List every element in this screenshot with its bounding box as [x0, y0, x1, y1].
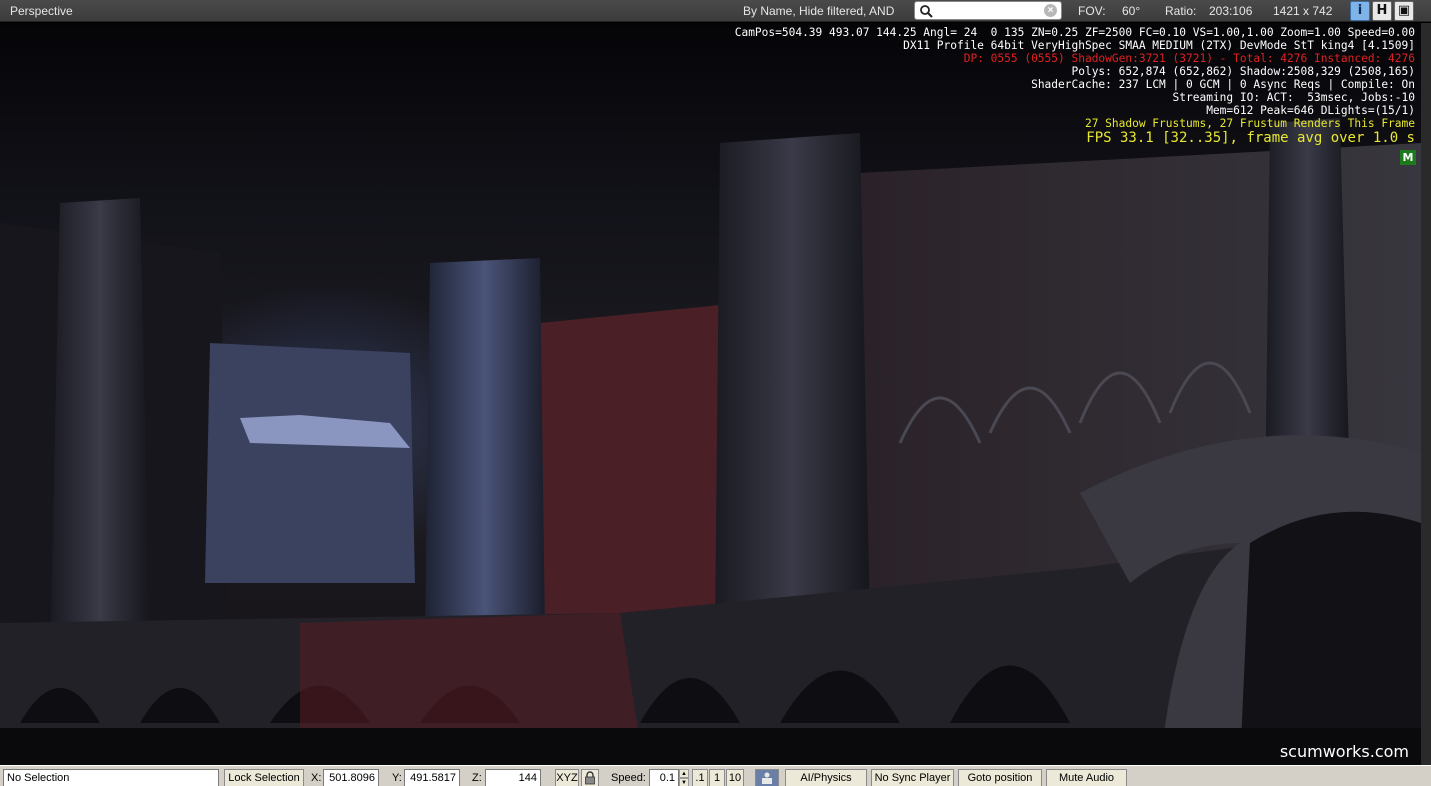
viewport-title: Perspective — [10, 4, 73, 18]
y-coord-label: Y: — [392, 772, 402, 784]
filter-mode-label[interactable]: By Name, Hide filtered, AND — [743, 4, 894, 18]
helpers-toggle-button[interactable]: H — [1372, 1, 1392, 21]
editor-statusbar: No Selection Lock Selection X: 501.8096 … — [0, 765, 1431, 786]
x-coord-label: X: — [311, 772, 322, 784]
xyz-axis-button[interactable]: XYZ — [555, 769, 579, 786]
stats-memory-line: Mem=612 Peak=646 DLights=(15/1) — [1206, 104, 1415, 117]
clear-search-icon[interactable]: × — [1044, 4, 1057, 17]
speed-preset-1-button[interactable]: 1 — [709, 769, 725, 786]
stats-drawcalls-line: DP: 0555 (0555) ShadowGen:3721 (3721) - … — [963, 52, 1415, 65]
camera-icon[interactable] — [755, 769, 779, 786]
fov-value[interactable]: 60° — [1122, 4, 1140, 18]
fps-counter: FPS 33.1 [32..35], frame avg over 1.0 s — [1086, 130, 1415, 146]
speed-preset-01-button[interactable]: .1 — [692, 769, 708, 786]
render-viewport[interactable]: CamPos=504.39 493.07 144.25 Angl= 24 0 1… — [0, 23, 1421, 765]
ratio-value[interactable]: 203:106 — [1209, 4, 1252, 18]
mute-audio-button[interactable]: Mute Audio — [1046, 769, 1127, 786]
stats-camera-line: CamPos=504.39 493.07 144.25 Angl= 24 0 1… — [734, 26, 1415, 39]
speed-label: Speed: — [611, 772, 646, 784]
speed-input[interactable]: 0.1 — [649, 769, 679, 786]
stats-streaming-line: Streaming IO: ACT: 53msec, Jobs:-10 — [1172, 91, 1415, 104]
debug-stats-overlay: CamPos=504.39 493.07 144.25 Angl= 24 0 1… — [735, 26, 1415, 147]
z-coord-input[interactable]: 144 — [485, 769, 541, 786]
goto-position-button[interactable]: Goto position — [958, 769, 1042, 786]
speed-stepper[interactable]: ▲ ▼ — [679, 769, 689, 786]
resolution-value[interactable]: 1421 x 742 — [1273, 4, 1332, 18]
viewport-scrollbar[interactable] — [1421, 23, 1431, 765]
chevron-up-icon[interactable]: ▲ — [679, 769, 689, 778]
x-coord-input[interactable]: 501.8096 — [323, 769, 379, 786]
z-coord-label: Z: — [472, 772, 482, 784]
selection-status: No Selection — [3, 769, 219, 786]
ratio-label: Ratio: — [1165, 4, 1197, 18]
viewport-toolbar: Perspective By Name, Hide filtered, AND … — [0, 0, 1431, 22]
stats-polys-line: Polys: 652,874 (652,862) Shadow:2508,329… — [1071, 65, 1415, 78]
y-coord-input[interactable]: 491.5817 — [404, 769, 460, 786]
lock-selection-button[interactable]: Lock Selection — [224, 769, 304, 786]
fov-label: FOV: — [1078, 4, 1106, 18]
watermark: scumworks.com — [1279, 742, 1409, 761]
ai-physics-button[interactable]: AI/Physics — [785, 769, 867, 786]
m-badge-icon: M — [1400, 150, 1416, 165]
stats-frustums-line: 27 Shadow Frustums, 27 Frustum Renders T… — [1084, 117, 1415, 130]
maximize-viewport-button[interactable]: ▣ — [1394, 1, 1414, 21]
stats-profile-line: DX11 Profile 64bit VeryHighSpec SMAA MED… — [903, 39, 1415, 52]
info-toggle-button[interactable]: i — [1350, 1, 1370, 21]
search-input[interactable] — [935, 3, 1039, 18]
sync-player-button[interactable]: No Sync Player — [871, 769, 954, 786]
padlock-icon[interactable] — [581, 769, 599, 786]
magnifier-icon — [920, 5, 933, 18]
search-box[interactable]: × — [914, 1, 1062, 20]
chevron-down-icon[interactable]: ▼ — [679, 778, 689, 786]
stats-shadercache-line: ShaderCache: 237 LCM | 0 GCM | 0 Async R… — [1031, 78, 1415, 91]
speed-preset-10-button[interactable]: 10 — [726, 769, 744, 786]
